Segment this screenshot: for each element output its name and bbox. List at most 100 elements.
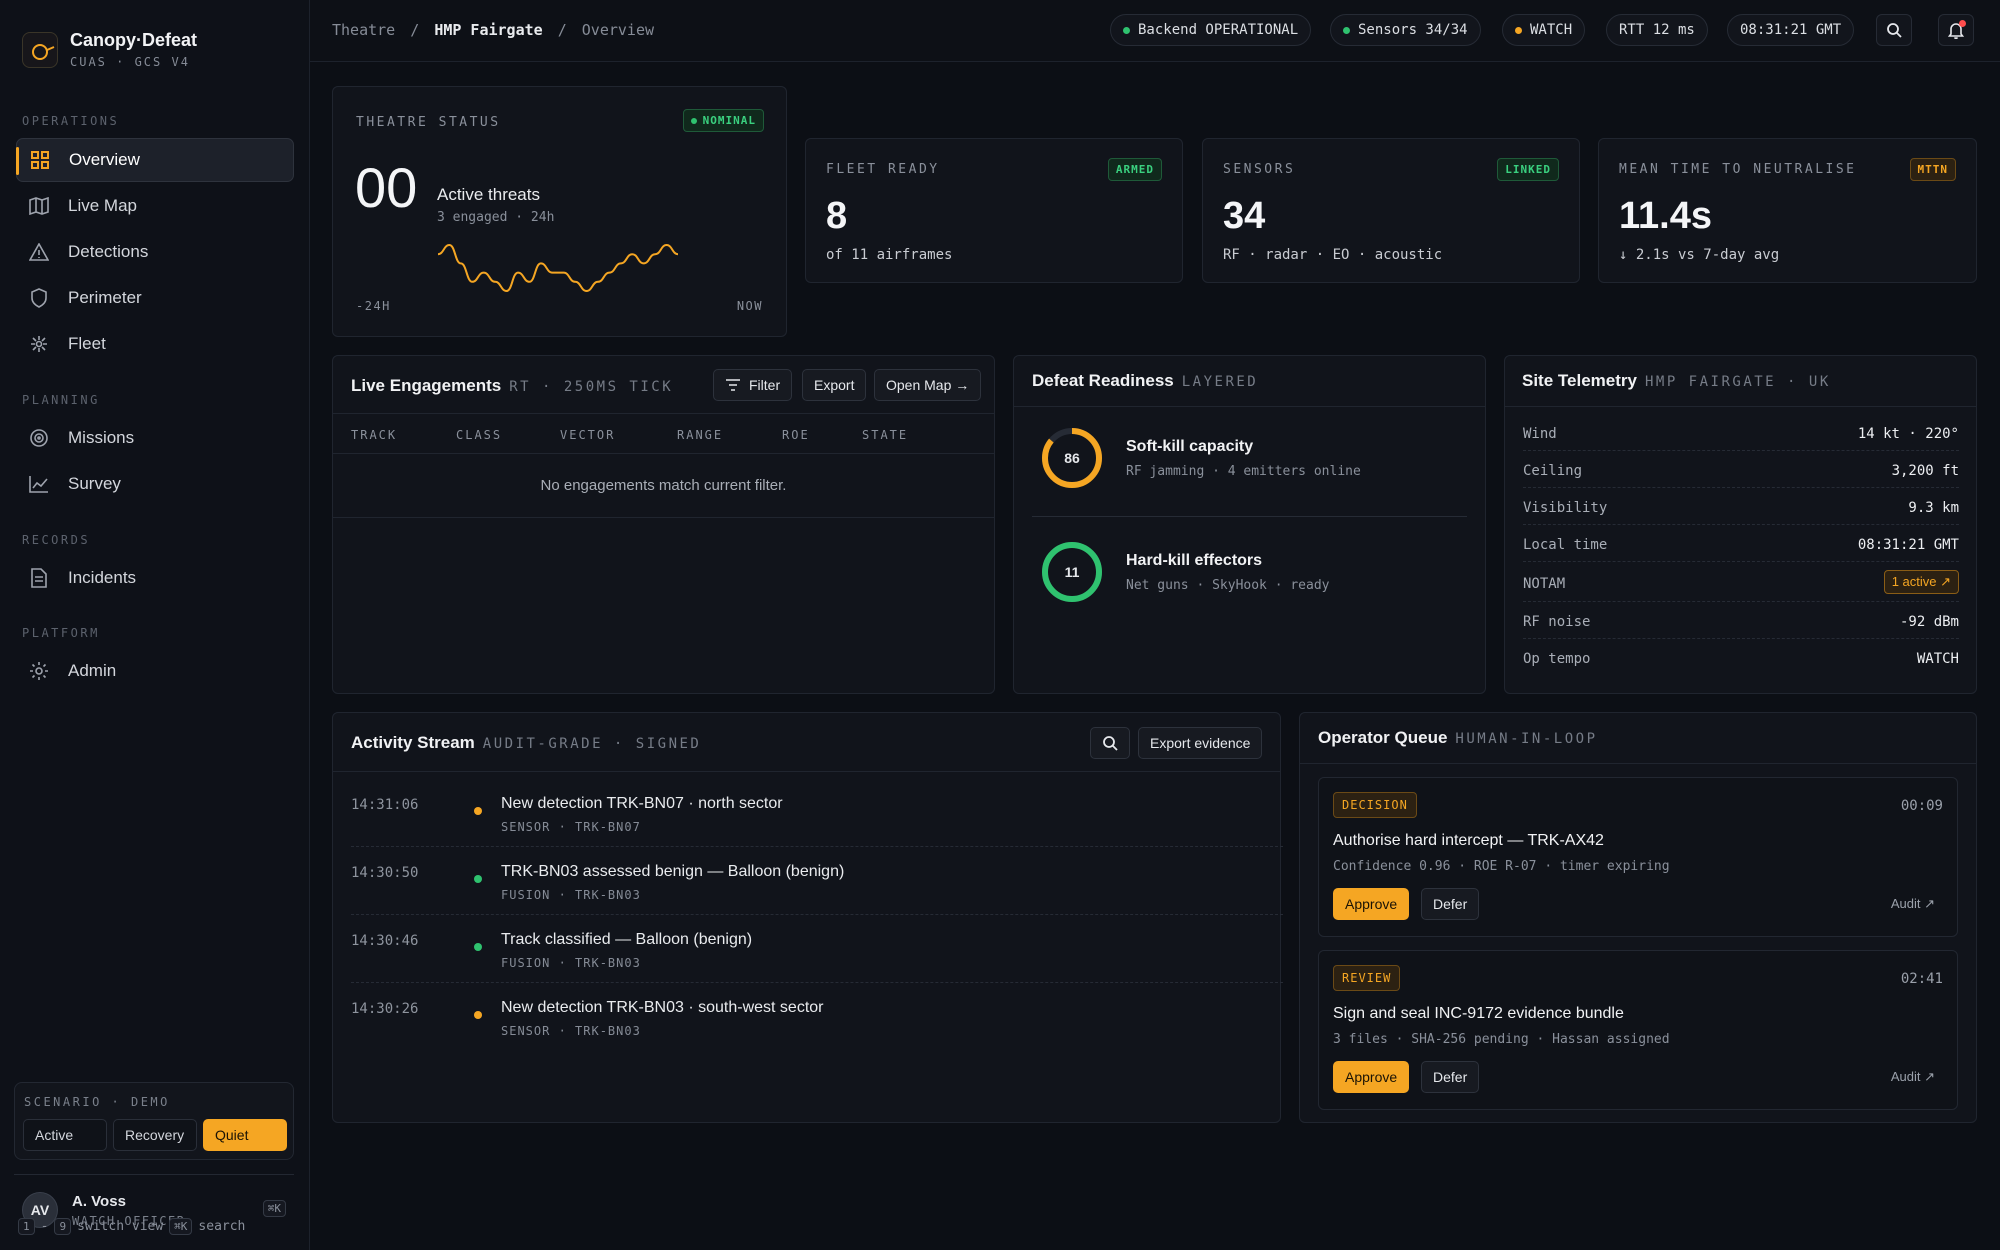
approve-button[interactable]: Approve: [1333, 1061, 1410, 1093]
nav-item-missions[interactable]: Missions: [16, 416, 294, 460]
search-icon: [1103, 736, 1118, 751]
defeat-readiness-panel: Defeat Readiness LAYERED 86 Soft-kill cap…: [1013, 355, 1486, 694]
column-header-vector[interactable]: VECTOR: [560, 428, 615, 442]
breadcrumb-site[interactable]: HMP Fairgate: [434, 21, 542, 39]
export-evidence-button[interactable]: Export evidence: [1138, 727, 1263, 759]
event-dot: [474, 875, 482, 883]
nav-item-label: Admin: [68, 661, 117, 680]
telemetry-key: RF noise: [1523, 614, 1591, 630]
notifications-button[interactable]: [1938, 14, 1974, 46]
telemetry-value: 08:31:21 GMT: [1857, 537, 1959, 553]
nav-item-overview[interactable]: Overview: [16, 138, 294, 182]
panel-title: Activity Stream AUDIT-GRADE · SIGNED: [351, 733, 701, 753]
open-map-button[interactable]: Open Map →: [874, 369, 982, 401]
nav-item-admin[interactable]: Admin: [16, 649, 294, 693]
breadcrumb-root[interactable]: Theatre: [332, 21, 395, 39]
panel-title-text: Activity Stream: [351, 733, 475, 752]
armed-badge: ARMED: [1107, 158, 1162, 181]
panel-title-text: Operator Queue: [1318, 728, 1448, 747]
nav-item-label: Survey: [68, 474, 121, 493]
sensors-card[interactable]: SENSORS LINKED 34 RF · radar · EO · acou…: [1202, 138, 1580, 283]
defer-button[interactable]: Defer: [1421, 888, 1480, 920]
search-button[interactable]: [1876, 14, 1912, 46]
column-header-range[interactable]: RANGE: [677, 428, 723, 442]
nav-item-survey[interactable]: Survey: [16, 462, 294, 506]
queue-title: Sign and seal INC-9172 evidence bundle: [1333, 1005, 1624, 1022]
event-dot: [474, 807, 482, 815]
notam-badge[interactable]: 1 active ↗: [1883, 570, 1959, 594]
audit-link[interactable]: Audit ↗: [1891, 1069, 1935, 1085]
posture-pill[interactable]: WATCH: [1502, 14, 1586, 46]
nav-item-live-map[interactable]: Live Map: [16, 184, 294, 228]
mttn-badge: MTTN: [1909, 158, 1956, 181]
activity-search-button[interactable]: [1090, 727, 1130, 759]
sensors-status-pill[interactable]: Sensors 34/34: [1330, 14, 1481, 46]
decision-tag: DECISION: [1333, 792, 1417, 818]
target-icon: [28, 427, 50, 449]
divider: [1300, 763, 1976, 764]
scenario-option-quiet[interactable]: Quiet: [203, 1119, 287, 1151]
nav-item-label: Detections: [68, 242, 149, 261]
nav-item-fleet[interactable]: Fleet: [16, 322, 294, 366]
filter-button[interactable]: Filter: [713, 369, 793, 401]
threat-sparkline: [437, 243, 679, 293]
column-header-track[interactable]: TRACK: [351, 428, 397, 442]
card-label: SENSORS: [1223, 162, 1296, 177]
kbd-key: 1: [18, 1218, 35, 1235]
event-title: TRK-BN03 assessed benign — Balloon (beni…: [501, 863, 845, 880]
queue-sub: Confidence 0.96 · ROE R-07 · timer expir…: [1333, 859, 1670, 874]
badge-text: NOMINAL: [702, 114, 756, 127]
grid-icon: [29, 149, 51, 171]
fleet-ready-card[interactable]: FLEET READY ARMED 8 of 11 airframes: [805, 138, 1183, 283]
nav-section-operations: OPERATIONS: [22, 114, 120, 128]
activity-event[interactable]: 14:30:26 New detection TRK-BN03 · south-…: [351, 983, 1283, 1051]
nav-item-label: Perimeter: [68, 288, 142, 307]
scenario-option-active[interactable]: Active: [23, 1119, 107, 1151]
telemetry-row-notam: NOTAM 1 active ↗: [1523, 562, 1959, 602]
clock-value: 08:31:21 GMT: [1740, 22, 1842, 38]
nav-item-detections[interactable]: Detections: [16, 230, 294, 274]
approve-button[interactable]: Approve: [1333, 888, 1410, 920]
panel-tag: HMP FAIRGATE · UK: [1644, 374, 1831, 390]
audit-link[interactable]: Audit ↗: [1891, 896, 1935, 912]
column-header-roe[interactable]: ROE: [782, 428, 810, 442]
nav-item-perimeter[interactable]: Perimeter: [16, 276, 294, 320]
divider: [333, 517, 994, 518]
activity-event[interactable]: 14:31:06 New detection TRK-BN07 · north …: [351, 779, 1283, 847]
mttn-card[interactable]: MEAN TIME TO NEUTRALISE MTTN 11.4s ↓ 2.1…: [1598, 138, 1977, 283]
divider: [1014, 406, 1485, 407]
scenario-option-recovery[interactable]: Recovery: [113, 1119, 197, 1151]
queue-timer: 02:41: [1900, 971, 1943, 987]
hard-kill-sub: Net guns · SkyHook · ready: [1126, 578, 1330, 593]
panel-title: Site Telemetry HMP FAIRGATE · UK: [1522, 371, 1831, 391]
panel-tag: LAYERED: [1181, 374, 1259, 390]
card-label: THEATRE STATUS: [356, 115, 501, 130]
brand[interactable]: Canopy·Defeat CUAS · GCS V4: [22, 30, 197, 69]
column-header-class[interactable]: CLASS: [456, 428, 502, 442]
panel-tag: HUMAN-IN-LOOP: [1455, 731, 1598, 747]
site-telemetry-panel: Site Telemetry HMP FAIRGATE · UK Wind 14 k…: [1504, 355, 1977, 694]
nav-item-label: Overview: [69, 150, 140, 169]
panel-tag: AUDIT-GRADE · SIGNED: [482, 736, 702, 752]
defer-button[interactable]: Defer: [1421, 1061, 1480, 1093]
event-time: 14:30:26: [351, 1001, 419, 1017]
fleet-ready-value: 8: [826, 195, 848, 237]
export-button[interactable]: Export: [802, 369, 867, 401]
column-header-state[interactable]: STATE: [862, 428, 908, 442]
nav-item-label: Fleet: [68, 334, 106, 353]
soft-kill-title: Soft-kill capacity: [1126, 438, 1254, 455]
hard-kill-title: Hard-kill effectors: [1126, 552, 1263, 569]
queue-item: DECISION 00:09 Authorise hard intercept …: [1318, 777, 1958, 937]
event-source: SENSOR · TRK-BN07: [501, 820, 641, 834]
nav-item-label: Missions: [68, 428, 135, 447]
nav-section-records: RECORDS: [22, 533, 91, 547]
logo-icon: [22, 31, 58, 68]
breadcrumb-separator: /: [410, 21, 420, 39]
breadcrumb: Theatre / HMP Fairgate / Overview: [332, 21, 654, 39]
activity-event[interactable]: 14:30:50 TRK-BN03 assessed benign — Ball…: [351, 847, 1283, 915]
telemetry-key: NOTAM: [1523, 576, 1566, 592]
backend-status-pill[interactable]: Backend OPERATIONAL: [1110, 14, 1312, 46]
active-threats-label: Active threats: [437, 185, 540, 204]
nav-item-incidents[interactable]: Incidents: [16, 556, 294, 600]
activity-event[interactable]: 14:30:46 Track classified — Balloon (ben…: [351, 915, 1283, 983]
